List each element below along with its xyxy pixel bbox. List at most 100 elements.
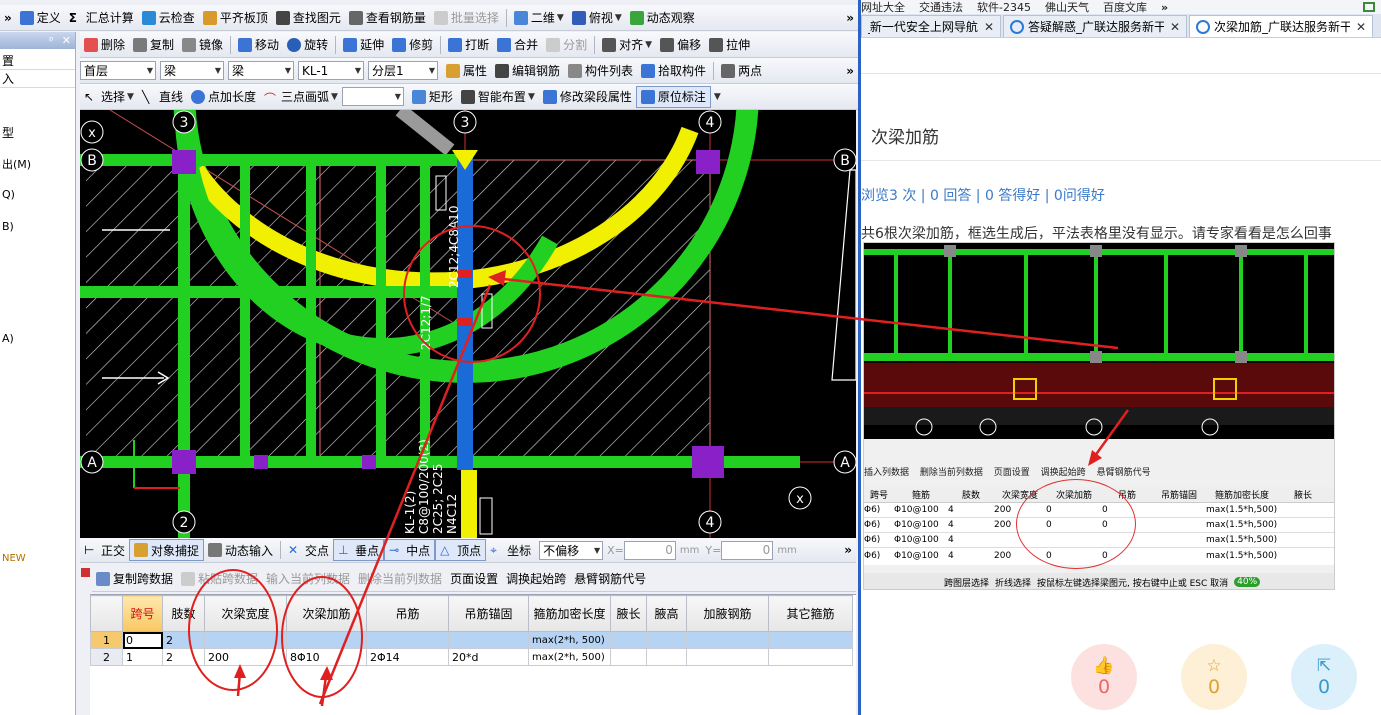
table-cell[interactable] [448, 631, 529, 649]
ortho-toggle[interactable]: ⊢ 正交 [80, 539, 129, 561]
delete-column-data-button[interactable]: 删除当前列数据 [354, 568, 446, 590]
side-list-item[interactable]: B) [2, 220, 14, 233]
align-dropdown[interactable]: 对齐 ▼ [598, 34, 656, 56]
table-cell[interactable] [610, 648, 647, 666]
align-slab-top-button[interactable]: 平齐板顶 [199, 7, 272, 29]
tab-close-icon[interactable]: ✕ [1170, 20, 1180, 34]
merge-button[interactable]: 合并 [493, 34, 542, 56]
batch-select-button[interactable]: 批量选择 [430, 7, 503, 29]
row-number[interactable]: 2 [90, 648, 123, 666]
table-cell[interactable]: 0 [122, 631, 163, 649]
paste-span-data-button[interactable]: 粘贴跨数据 [177, 568, 262, 590]
bookmark-item[interactable]: 网址大全 [861, 0, 905, 14]
offset-button[interactable]: 偏移 [656, 34, 705, 56]
select-dropdown[interactable]: ↖ 选择 ▼ [80, 86, 138, 108]
toolbar-overflow-right[interactable]: » [844, 543, 852, 557]
define-button[interactable]: 定义 [16, 7, 65, 29]
bookmark-item[interactable]: 百度文库 [1103, 0, 1147, 14]
toolbar-overflow-left[interactable]: » [0, 7, 16, 29]
side-list-item[interactable]: Q) [2, 188, 15, 201]
vertex-toggle[interactable]: △ 顶点 [435, 539, 487, 561]
trim-button[interactable]: 修剪 [388, 34, 437, 56]
table-cell[interactable]: 200 [204, 648, 287, 666]
x-input[interactable]: 0 [623, 540, 676, 560]
side-row[interactable]: 入 [0, 70, 75, 88]
member-select[interactable]: KL-1 ▼ [298, 61, 364, 80]
bookmark-item[interactable]: 交通违法 [919, 0, 963, 14]
side-list-item[interactable]: A) [2, 332, 14, 345]
arc-mode-select[interactable]: ▼ [341, 87, 404, 106]
bookmark-item[interactable]: 佛山天气 [1045, 0, 1089, 14]
type-select[interactable]: 梁 ▼ [228, 61, 294, 80]
column-header[interactable]: 吊筋锚固 [448, 595, 529, 632]
column-header[interactable]: 箍筋加密长度 [528, 595, 611, 632]
category-select[interactable]: 梁 ▼ [160, 61, 224, 80]
browser-tab[interactable]: 答疑解惑_广联达服务新干线 ✕ [1003, 15, 1187, 37]
side-list-item[interactable]: 型 [2, 124, 14, 141]
table-cell[interactable] [686, 631, 769, 649]
layer-select[interactable]: 分层1 ▼ [368, 61, 438, 80]
side-list-item[interactable]: 出(M) [2, 156, 31, 172]
extend-button[interactable]: 延伸 [339, 34, 388, 56]
modify-beam-segment-button[interactable]: 修改梁段属性 [539, 86, 636, 108]
stretch-button[interactable]: 拉伸 [705, 34, 754, 56]
in-situ-annotation-button[interactable]: 原位标注 [635, 85, 711, 108]
view-rebar-button[interactable]: 查看钢筋量 [345, 7, 430, 29]
table-cell[interactable] [768, 648, 853, 666]
sum-calc-button[interactable]: Σ 汇总计算 [65, 7, 138, 29]
intersection-toggle[interactable]: ✕ 交点 [284, 539, 333, 561]
object-snap-toggle[interactable]: 对象捕捉 [129, 539, 205, 561]
column-header[interactable]: 次梁加筋 [286, 595, 367, 632]
swap-start-span-button[interactable]: 调换起始跨 [502, 568, 570, 590]
member-list-button[interactable]: 构件列表 [564, 60, 637, 82]
dynamic-observe-button[interactable]: 动态观察 [626, 7, 699, 29]
table-cell[interactable]: 2 [162, 648, 205, 666]
column-header[interactable]: 腋长 [610, 595, 647, 632]
column-header[interactable]: 肢数 [162, 595, 205, 632]
offset-select[interactable]: 不偏移 ▼ [539, 540, 604, 560]
bookmark-item[interactable]: 软件-2345 [977, 0, 1031, 14]
grid-panel-close-icon[interactable] [81, 568, 90, 577]
tab-close-icon[interactable]: ✕ [1356, 20, 1366, 34]
browser-tab[interactable]: 导航_新一代安全上网导航 ✕ [861, 15, 1001, 37]
table-row[interactable]: 1 0 2 max(2*h, 500) [90, 631, 853, 649]
coordinate-toggle[interactable]: ⌖ 坐标 [486, 539, 535, 561]
close-icon[interactable]: ✕ [62, 34, 71, 47]
table-cell[interactable] [768, 631, 853, 649]
table-cell[interactable] [286, 631, 367, 649]
three-point-arc-dropdown[interactable]: ⌒ 三点画弧 ▼ [260, 86, 342, 108]
y-input[interactable]: 0 [721, 540, 774, 560]
copy-button[interactable]: 复制 [129, 34, 178, 56]
toolbar-overflow-right[interactable]: » [846, 11, 854, 25]
table-cell[interactable]: 1 [122, 648, 163, 666]
two-points-button[interactable]: 两点 [717, 60, 766, 82]
cad-canvas[interactable]: 3 4 4 2 x x B A B A 3 2C12;4C8A10 2C12;1… [80, 110, 856, 538]
apps-grid-icon[interactable] [1363, 2, 1375, 12]
input-column-data-button[interactable]: 输入当前列数据 [262, 568, 354, 590]
table-cell[interactable] [204, 631, 287, 649]
table-cell[interactable] [610, 631, 647, 649]
table-row[interactable]: 2 1 2 200 8Φ10 2Φ14 20*d max(2*h, 500) [90, 648, 853, 666]
break-button[interactable]: 打断 [444, 34, 493, 56]
line-button[interactable]: ╲ 直线 [138, 86, 187, 108]
share-button[interactable]: ⇱ 0 [1291, 644, 1357, 710]
perpendicular-toggle[interactable]: ⊥ 垂点 [333, 539, 385, 561]
copy-span-data-button[interactable]: 复制跨数据 [92, 568, 177, 590]
delete-button[interactable]: 删除 [80, 34, 129, 56]
tab-close-icon[interactable]: ✕ [984, 20, 994, 34]
chevron-down-icon[interactable]: ▼ [714, 92, 721, 102]
column-header[interactable]: 吊筋 [366, 595, 449, 632]
split-button[interactable]: 分割 [542, 34, 591, 56]
table-cell[interactable]: max(2*h, 500) [528, 648, 611, 666]
smart-layout-dropdown[interactable]: 智能布置 ▼ [457, 86, 539, 108]
table-cell[interactable]: max(2*h, 500) [528, 631, 611, 649]
table-cell[interactable]: 2 [162, 631, 205, 649]
rotate-button[interactable]: 旋转 [283, 34, 332, 56]
table-cell[interactable] [686, 648, 769, 666]
table-cell[interactable]: 2Φ14 [366, 648, 449, 666]
question-image[interactable]: 插入列数据 删除当前列数据 页面设置 调换起始跨 悬臂钢筋代号 跨号 箍筋 肢数… [863, 242, 1335, 590]
favorite-button[interactable]: ☆ 0 [1181, 644, 1247, 710]
like-button[interactable]: 👍 0 [1071, 644, 1137, 710]
toolbar-overflow-right[interactable]: » [846, 64, 854, 78]
mirror-button[interactable]: 镜像 [178, 34, 227, 56]
